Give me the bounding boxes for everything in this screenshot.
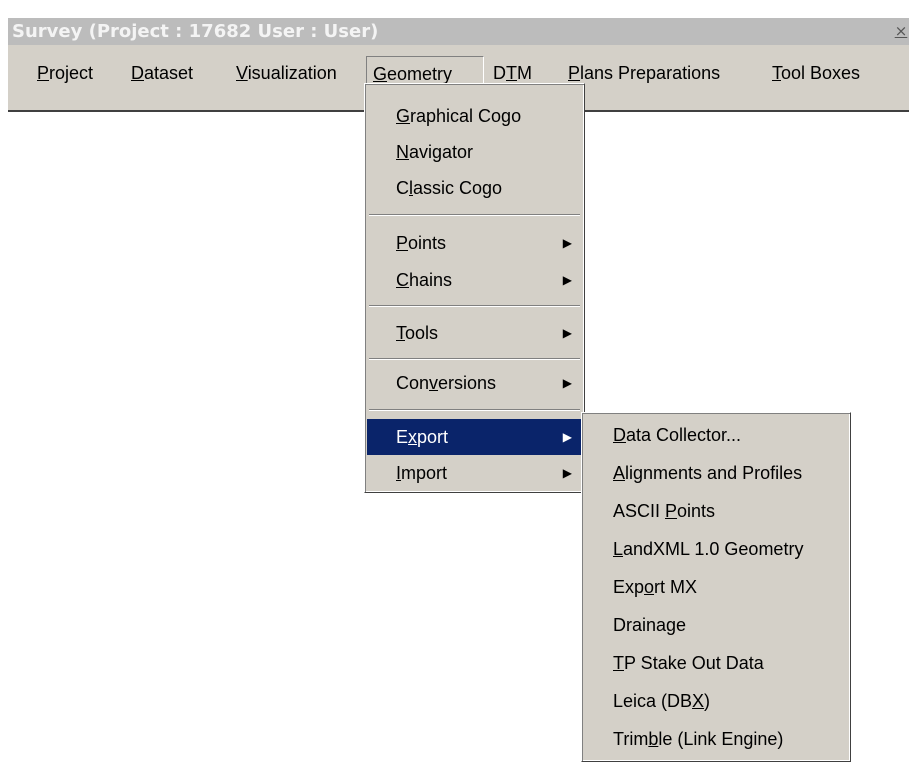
window-title: Survey (Project : 17682 User : User) (12, 21, 379, 42)
menu-project[interactable]: Project (31, 56, 99, 90)
menu-item-export-mx[interactable]: Export MX (584, 569, 848, 605)
menu-item-classic-cogo[interactable]: Classic Cogo (367, 170, 582, 206)
menu-item-export[interactable]: Export ▶ (367, 419, 582, 455)
submenu-arrow-icon: ▶ (562, 273, 572, 287)
menu-separator (369, 358, 580, 360)
menu-separator (369, 214, 580, 216)
submenu-arrow-icon: ▶ (562, 236, 572, 250)
menu-plans-preparations[interactable]: Plans Preparations (562, 56, 726, 90)
submenu-arrow-icon: ▶ (562, 466, 572, 480)
submenu-arrow-icon: ▶ (562, 326, 572, 340)
menu-item-landxml[interactable]: LandXML 1.0 Geometry (584, 531, 848, 567)
menu-dataset[interactable]: Dataset (125, 56, 199, 90)
menu-item-tools[interactable]: Tools ▶ (367, 315, 582, 351)
menu-item-graphical-cogo[interactable]: Graphical Cogo (367, 98, 582, 134)
menu-item-data-collector[interactable]: Data Collector... (584, 417, 848, 453)
export-submenu: Data Collector... Alignments and Profile… (581, 412, 851, 762)
menu-item-navigator[interactable]: Navigator (367, 134, 582, 170)
submenu-arrow-icon: ▶ (562, 376, 572, 390)
menu-item-points[interactable]: Points ▶ (367, 225, 582, 261)
geometry-menu: Graphical Cogo Navigator Classic Cogo Po… (364, 83, 585, 493)
menu-item-tp-stake-out[interactable]: TP Stake Out Data (584, 645, 848, 681)
menu-item-drainage[interactable]: Drainage (584, 607, 848, 643)
close-icon[interactable]: × (893, 22, 909, 40)
menu-item-leica-dbx[interactable]: Leica (DBX) (584, 683, 848, 719)
menu-item-import[interactable]: Import ▶ (367, 455, 582, 491)
menu-tool-boxes[interactable]: Tool Boxes (766, 56, 866, 90)
menu-item-conversions[interactable]: Conversions ▶ (367, 365, 582, 401)
menu-item-alignments-profiles[interactable]: Alignments and Profiles (584, 455, 848, 491)
title-bar: Survey (Project : 17682 User : User) × (8, 18, 909, 45)
menu-item-trimble[interactable]: Trimble (Link Engine) (584, 721, 848, 757)
menu-item-chains[interactable]: Chains ▶ (367, 262, 582, 298)
menu-item-ascii-points[interactable]: ASCII Points (584, 493, 848, 529)
menu-separator (369, 409, 580, 411)
menu-visualization[interactable]: Visualization (230, 56, 343, 90)
menu-separator (369, 305, 580, 307)
submenu-arrow-icon: ▶ (562, 430, 572, 444)
